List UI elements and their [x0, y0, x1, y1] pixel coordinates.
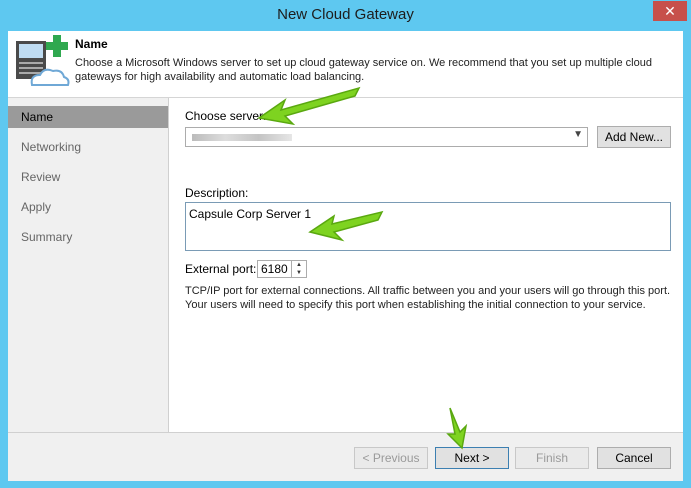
- port-input[interactable]: 6180: [261, 262, 288, 276]
- cancel-button[interactable]: Cancel: [597, 447, 671, 469]
- wizard-header: Name Choose a Microsoft Windows server t…: [8, 31, 683, 98]
- server-selected-value: [192, 134, 292, 141]
- description-field[interactable]: Capsule Corp Server 1: [185, 202, 671, 251]
- previous-button[interactable]: < Previous: [354, 447, 428, 469]
- window-title: New Cloud Gateway: [277, 6, 414, 23]
- close-button[interactable]: ✕: [653, 1, 687, 21]
- sidebar-item-review[interactable]: Review: [8, 166, 168, 188]
- port-label: External port:: [185, 262, 257, 276]
- chevron-down-icon[interactable]: ▼: [573, 129, 583, 140]
- port-spinner[interactable]: ▲ ▼: [291, 261, 306, 277]
- finish-button[interactable]: Finish: [515, 447, 589, 469]
- sidebar-item-apply[interactable]: Apply: [8, 196, 168, 218]
- wizard-content: Choose server: ▼ Add New... Description:…: [169, 98, 683, 432]
- title-bar[interactable]: New Cloud Gateway ✕: [0, 0, 691, 30]
- spin-down-icon[interactable]: ▼: [292, 269, 306, 277]
- spin-up-icon[interactable]: ▲: [292, 261, 306, 269]
- server-cloud-add-icon: [16, 35, 70, 86]
- page-title: Name: [75, 37, 108, 51]
- page-description: Choose a Microsoft Windows server to set…: [75, 57, 652, 83]
- description-label: Description:: [185, 186, 249, 200]
- port-help-text: TCP/IP port for external connections. Al…: [185, 285, 671, 311]
- sidebar-item-summary[interactable]: Summary: [8, 226, 168, 248]
- sidebar-item-networking[interactable]: Networking: [8, 136, 168, 158]
- next-button[interactable]: Next >: [435, 447, 509, 469]
- wizard-steps-sidebar: Name Networking Review Apply Summary: [8, 98, 169, 432]
- port-stepper[interactable]: 6180 ▲ ▼: [257, 260, 307, 278]
- server-dropdown[interactable]: ▼: [185, 127, 588, 147]
- add-new-button[interactable]: Add New...: [597, 126, 671, 148]
- sidebar-item-name[interactable]: Name: [8, 106, 168, 128]
- server-label: Choose server:: [185, 109, 267, 123]
- dialog-client: Name Choose a Microsoft Windows server t…: [8, 31, 683, 481]
- dialog-window: New Cloud Gateway ✕ Name Choose a Micros…: [0, 0, 691, 488]
- wizard-footer: < Previous Next > Finish Cancel: [8, 432, 683, 481]
